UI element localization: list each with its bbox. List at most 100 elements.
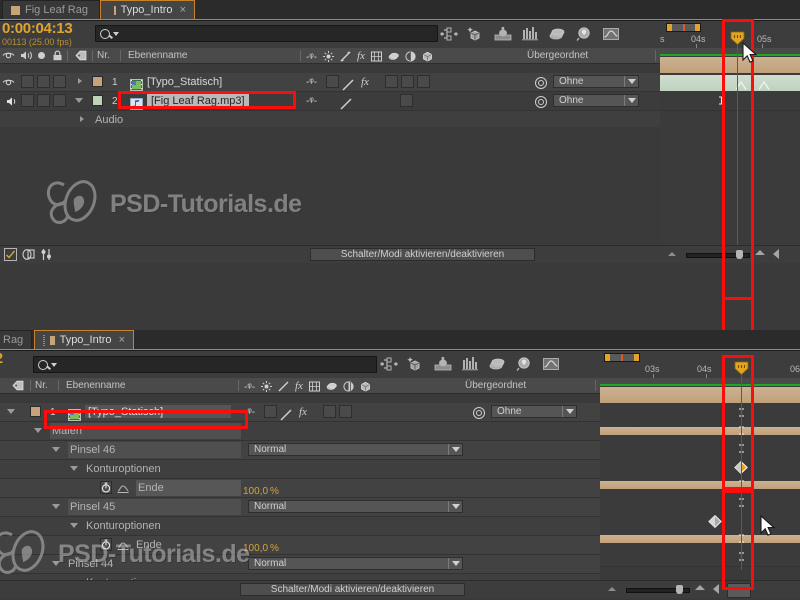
zoom-out-icon[interactable] — [668, 252, 676, 256]
brush-expand-triangle[interactable] — [52, 504, 60, 509]
layer-audio-toggle[interactable] — [6, 92, 19, 110]
snapshot-icon[interactable] — [494, 25, 512, 43]
audio-expand-triangle[interactable] — [80, 116, 84, 122]
group-expand-triangle[interactable] — [70, 466, 78, 471]
brush-row-pinsel-44[interactable]: Pinsel 44 Normal — [0, 555, 600, 574]
layer-visibility-toggle[interactable] — [2, 73, 15, 91]
keyframe-icon[interactable] — [708, 515, 722, 528]
brush-label[interactable]: Pinsel 45 — [68, 499, 241, 515]
brush-row-pinsel-46[interactable]: Pinsel 46 Normal — [0, 441, 600, 460]
layer-name[interactable]: [Typo_Statisch] — [147, 73, 222, 91]
parent-pickwhip-icon[interactable] — [535, 77, 547, 89]
layer-expand-triangle[interactable] — [78, 78, 82, 84]
panel-divider[interactable] — [0, 300, 800, 330]
graph-editor-icon[interactable] — [542, 355, 560, 373]
brainstorm-icon[interactable] — [515, 355, 533, 373]
brush-duration-bar[interactable] — [600, 481, 800, 489]
layer-motionblur-switch[interactable] — [339, 405, 352, 418]
layer-collapse-switch[interactable] — [264, 405, 277, 418]
layer-row-typo-statisch[interactable]: 1 [Typo_Statisch] -ᵠ- fx Ohne — [0, 73, 660, 92]
property-row-ende-2[interactable]: Ende 100,0 % — [0, 536, 600, 558]
timeline-ruler-bottom[interactable]: 03s 04s 06 — [600, 351, 800, 379]
timeline-zoom-knob[interactable] — [736, 250, 743, 259]
current-time[interactable]: :22 — [0, 351, 3, 367]
solo-icon[interactable] — [38, 52, 45, 59]
lock-icon[interactable] — [52, 50, 63, 64]
work-area-bar[interactable] — [666, 23, 701, 32]
composition-mini-flowchart-icon[interactable] — [380, 355, 398, 373]
tab-typo-intro[interactable]: Typo_Intro × — [100, 0, 195, 19]
timeline-zoom-knob[interactable] — [676, 585, 683, 594]
zoom-in-icon[interactable] — [755, 250, 765, 255]
layer-lock-toggle[interactable] — [37, 94, 50, 107]
layer-solo-toggle[interactable] — [21, 94, 34, 107]
layer-effects-switch[interactable]: fx — [361, 73, 369, 91]
toggle-switches-icon[interactable] — [4, 248, 17, 264]
layer-motionblur-switch[interactable] — [400, 94, 413, 107]
property-graph-icon[interactable] — [117, 539, 130, 552]
brush-duration-bar[interactable] — [600, 427, 800, 435]
blend-mode-dropdown[interactable]: Normal — [248, 557, 463, 570]
brush-label[interactable]: Pinsel 44 — [68, 555, 113, 573]
layer-row-typo-statisch-bottom[interactable]: 1 [Typo_Statisch] -ᵠ- fx Ohne — [0, 403, 600, 422]
scroll-left-arrow-icon[interactable] — [773, 249, 779, 259]
graph-editor-icon[interactable] — [602, 25, 620, 43]
chevron-down-icon[interactable] — [51, 362, 57, 367]
motion-blur-icon[interactable] — [521, 25, 539, 43]
property-label[interactable]: Ende — [136, 536, 162, 554]
layer-label-color[interactable] — [92, 76, 103, 87]
graph-editor-icon[interactable] — [40, 248, 53, 264]
frame-blending-icon[interactable] — [548, 25, 566, 43]
toggle-switches-modes-button[interactable]: Schalter/Modi aktivieren/deaktivieren — [240, 583, 465, 596]
property-row-ende[interactable]: Ende 100,0 % — [0, 479, 600, 501]
current-time-indicator-head[interactable] — [730, 31, 745, 45]
timecode-display-top[interactable]: 0:00:04:13 00113 (25.00 fps) — [2, 21, 73, 48]
stopwatch-icon[interactable] — [100, 538, 112, 551]
property-group-label[interactable]: Malen — [50, 423, 241, 439]
layer-label-color[interactable] — [92, 95, 103, 106]
property-group-konturoptionen[interactable]: Konturoptionen — [0, 460, 600, 479]
close-icon[interactable]: × — [180, 4, 186, 16]
draft-3d-icon[interactable] — [467, 25, 485, 43]
layer-label-color[interactable] — [30, 406, 41, 417]
brush-label[interactable]: Pinsel 46 — [68, 442, 241, 458]
zoom-out-icon[interactable] — [608, 587, 616, 591]
tab-typo-intro-bottom[interactable]: Typo_Intro × — [34, 330, 134, 349]
layer-parent-dropdown[interactable]: Ohne — [553, 94, 639, 107]
layer-duration-bar-video[interactable] — [660, 57, 800, 73]
parent-pickwhip-icon[interactable] — [473, 407, 485, 419]
speaker-icon[interactable] — [20, 50, 33, 64]
layer-solo-toggle[interactable] — [37, 75, 50, 88]
layer-frameblend-switch[interactable] — [385, 75, 398, 88]
layer-effects-switch[interactable]: fx — [299, 403, 307, 421]
search-input[interactable] — [95, 25, 438, 42]
brainstorm-icon[interactable] — [575, 25, 593, 43]
property-group-konturoptionen-2[interactable]: Konturoptionen — [0, 517, 600, 536]
draft-3d-icon[interactable] — [407, 355, 425, 373]
toggle-switches-modes-button[interactable]: Schalter/Modi aktivieren/deaktivieren — [310, 248, 535, 261]
layer-parent-dropdown[interactable]: Ohne — [553, 75, 639, 88]
layer-shy-switch[interactable]: -ᵠ- — [306, 92, 317, 110]
layer-duration-bar[interactable] — [600, 387, 800, 403]
audio-marker-icon[interactable] — [757, 80, 771, 90]
tab-rag-clipped[interactable]: Rag — [0, 330, 32, 349]
brush-row-pinsel-45[interactable]: Pinsel 45 Normal — [0, 498, 600, 517]
property-label[interactable]: Ende — [136, 480, 241, 496]
property-graph-icon[interactable] — [117, 482, 130, 495]
frame-blending-icon[interactable] — [488, 355, 506, 373]
layer-audio-toggle[interactable] — [21, 75, 34, 88]
layer-collapse-switch[interactable] — [326, 75, 339, 88]
stopwatch-icon[interactable] — [100, 481, 112, 494]
current-time-indicator-head[interactable] — [734, 361, 749, 375]
layer-shy-toggle[interactable] — [53, 94, 66, 107]
brush-expand-triangle[interactable] — [52, 561, 60, 566]
layer-lock-toggle[interactable] — [53, 75, 66, 88]
layer-frameblend-switch[interactable] — [323, 405, 336, 418]
tab-grip-icon[interactable] — [43, 334, 46, 346]
chevron-down-icon[interactable] — [113, 31, 119, 36]
layer-parent-dropdown[interactable]: Ohne — [491, 405, 577, 418]
work-area-bar[interactable] — [604, 353, 640, 362]
group-expand-triangle[interactable] — [34, 428, 42, 433]
zoom-in-icon[interactable] — [695, 585, 705, 590]
blend-mode-dropdown[interactable]: Normal — [248, 500, 463, 513]
